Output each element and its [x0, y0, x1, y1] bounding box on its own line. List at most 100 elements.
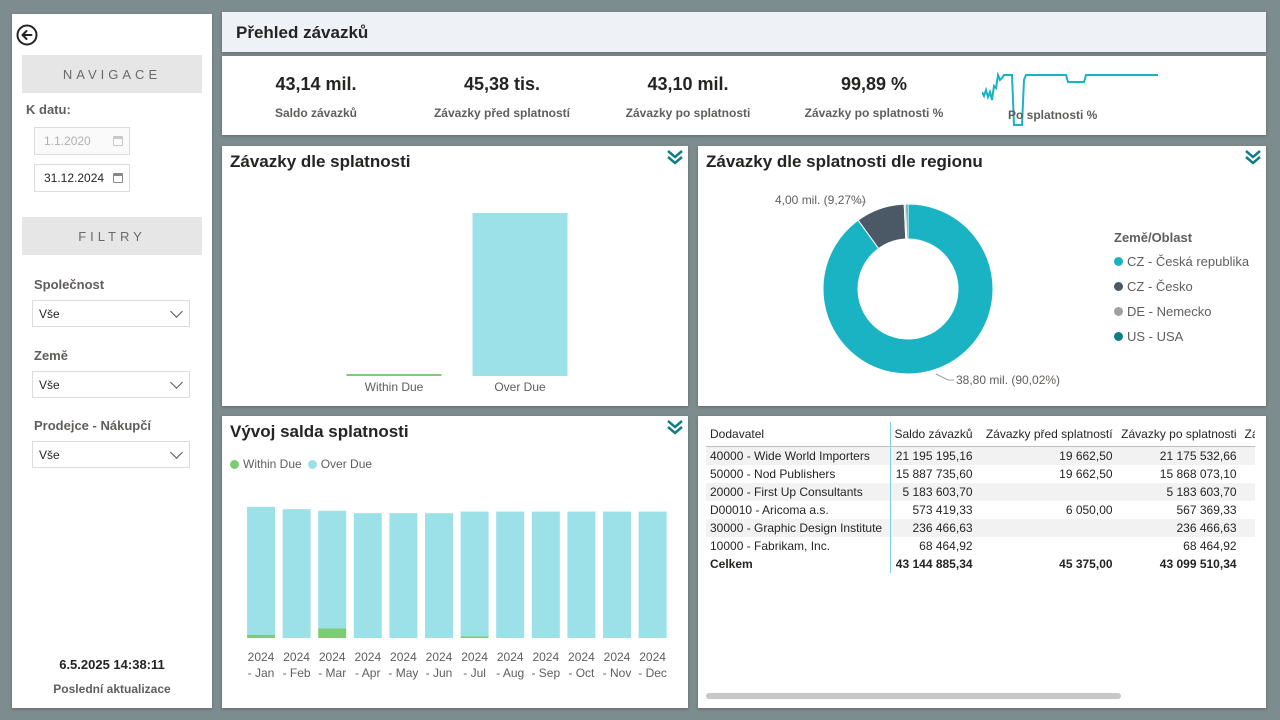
x-tick-label-month: - Oct — [568, 666, 595, 680]
cell-balance: 5 183 603,70 — [890, 482, 977, 501]
x-tick-label-month: - May — [388, 666, 418, 680]
last-refresh-label: Poslední aktualizace — [53, 682, 171, 696]
legend-item-cz-cesko[interactable]: CZ - Česko — [1114, 279, 1193, 294]
bar-over-due[interactable] — [282, 509, 311, 638]
kpi-value: 99,89 % — [840, 74, 908, 94]
bar-within-due[interactable] — [460, 636, 489, 638]
table-row[interactable]: 10000 - Fabrikam, Inc. 68 464,92 68 464,… — [706, 536, 1255, 555]
x-tick-label-month: - Jul — [463, 666, 486, 680]
table-row[interactable]: 30000 - Graphic Design Institute 236 466… — [706, 518, 1255, 537]
col-header-before-due[interactable]: Závazky před splatností — [976, 422, 1117, 447]
x-tick-label-year: 2024 — [639, 650, 666, 664]
kpi-over-due-percent[interactable]: 99,89 % Závazky po splatnosti % — [784, 74, 964, 120]
bar-over-due[interactable] — [318, 510, 347, 629]
x-tick-label-year: 2024 — [532, 650, 559, 664]
calendar-icon[interactable] — [113, 173, 123, 183]
kpi-balance[interactable]: 43,14 mil. Saldo závazků — [226, 74, 406, 120]
filter-country-dropdown[interactable]: Vše — [32, 371, 190, 398]
card-trend-chart: Vývoj salda splatnosti Within Due Over D… — [222, 416, 688, 708]
col-header-over-due[interactable]: Závazky po splatnosti — [1116, 422, 1241, 447]
x-tick-label-month: - Dec — [638, 666, 667, 680]
back-arrow-icon[interactable] — [16, 24, 38, 46]
cell-over-due: 15 868 073,10 — [1159, 466, 1237, 481]
horizontal-scrollbar[interactable] — [706, 693, 1121, 699]
filter-country-value: Vše — [39, 377, 60, 392]
date-from-input[interactable]: 1.1.2020 — [34, 127, 130, 155]
drill-down-icon[interactable] — [1244, 148, 1262, 166]
x-tick-label-year: 2024 — [497, 650, 524, 664]
kpi-over-due[interactable]: 43,10 mil. Závazky po splatnosti — [598, 74, 778, 120]
supplier-table: Dodavatel Saldo závazků Závazky před spl… — [706, 422, 1255, 573]
cell-supplier: 30000 - Graphic Design Institute — [706, 518, 891, 537]
legend-item-de-nemecko[interactable]: DE - Nemecko — [1114, 304, 1212, 319]
filter-company-dropdown[interactable]: Vše — [32, 300, 190, 327]
bar-over-due[interactable] — [247, 506, 275, 635]
x-tick-label-month: - Apr — [355, 666, 380, 680]
table-row[interactable]: 40000 - Wide World Importers 21 195 195,… — [706, 446, 1255, 465]
x-tick-label-month: - Feb — [283, 666, 311, 680]
bar-over-due[interactable] — [472, 213, 568, 376]
cell-balance: 573 419,33 — [912, 502, 973, 517]
bar-over-due[interactable] — [460, 511, 489, 637]
page-title: Přehled závazků — [236, 23, 369, 42]
date-to-input[interactable]: 31.12.2024 — [34, 164, 130, 192]
filter-label-company: Společnost — [34, 277, 105, 292]
cell-supplier: 10000 - Fabrikam, Inc. — [706, 536, 891, 555]
bar-over-due[interactable] — [567, 511, 596, 638]
cell-supplier: 20000 - First Up Consultants — [706, 482, 891, 501]
x-tick-label-year: 2024 — [461, 650, 488, 664]
cell-over-due: 68 464,92 — [1183, 538, 1237, 553]
calendar-icon[interactable] — [113, 136, 123, 146]
cell-over-due: 236 466,63 — [1116, 518, 1241, 537]
bar-over-due[interactable] — [603, 511, 631, 638]
legend-item-cz-czech-republic[interactable]: CZ - Česká republika — [1114, 254, 1249, 269]
kpi-value: 45,38 tis. — [463, 74, 541, 94]
bar-over-due[interactable] — [638, 511, 667, 638]
filter-purchaser-dropdown[interactable]: Vše — [32, 441, 190, 468]
legend-item-us-usa[interactable]: US - USA — [1114, 329, 1183, 344]
filter-label-country: Země — [34, 348, 68, 363]
x-tick-label-year: 2024 — [426, 650, 453, 664]
legend-dot — [1114, 307, 1123, 316]
col-header-balance[interactable]: Saldo závazků — [890, 422, 977, 447]
donut-slice-us-usa[interactable] — [905, 203, 909, 240]
x-tick-label-month: - Jan — [248, 666, 275, 680]
bar-over-due[interactable] — [353, 513, 382, 638]
kpi-label: Závazky po splatnosti % — [804, 106, 944, 120]
kpi-before-due[interactable]: 45,38 tis. Závazky před splatností — [412, 74, 592, 120]
navigation-header: NAVIGACE — [22, 55, 202, 93]
bar-within-due[interactable] — [346, 374, 442, 376]
cell-balance: 236 466,63 — [890, 518, 977, 537]
x-tick-label-month: - Nov — [603, 666, 632, 680]
table-row[interactable]: 50000 - Nod Publishers 15 887 735,60 19 … — [706, 464, 1255, 483]
table-row[interactable]: D00010 - Aricoma a.s. 573 419,33 6 050,0… — [706, 500, 1255, 519]
cell-before-due — [977, 537, 1117, 555]
kpi-panel: 43,14 mil. Saldo závazků 45,38 tis. Záva… — [222, 56, 1266, 135]
table-row[interactable]: 20000 - First Up Consultants 5 183 603,7… — [706, 482, 1255, 501]
card-due-chart: Závazky dle splatnosti Within Due Over Du… — [222, 146, 688, 406]
legend-dot — [1114, 257, 1123, 266]
col-header-supplier[interactable]: Dodavatel — [706, 422, 891, 447]
bar-within-due[interactable] — [318, 628, 347, 638]
cell-before-due: 19 662,50 — [1059, 466, 1113, 481]
card-region-chart: Závazky dle splatnosti dle regionu 4,00 … — [698, 146, 1266, 406]
bar-over-due[interactable] — [425, 513, 453, 638]
x-tick-label-year: 2024 — [319, 650, 346, 664]
x-tick-label: Within Due — [365, 380, 424, 394]
x-tick-label-month: - Aug — [496, 666, 524, 680]
sidebar: NAVIGACE K datu: 1.1.2020 31.12.2024 FIL… — [12, 14, 212, 708]
cell-total-label: Celkem — [706, 554, 891, 573]
bar-over-due[interactable] — [389, 513, 418, 638]
bar-over-due[interactable] — [496, 511, 525, 638]
date-to-value: 31.12.2024 — [44, 171, 105, 185]
bar-over-due[interactable] — [531, 511, 560, 638]
x-tick-label-month: - Mar — [318, 666, 346, 680]
legend-dot — [1114, 332, 1123, 341]
cell-supplier: 40000 - Wide World Importers — [706, 446, 891, 465]
donut-label-large: 38,80 mil. (90,02%) — [956, 373, 1060, 387]
bar-within-due[interactable] — [247, 634, 275, 638]
col-header-truncated[interactable]: Zá — [1240, 422, 1255, 447]
cell-balance: 21 195 195,16 — [890, 446, 977, 465]
kpi-label: Závazky po splatnosti — [625, 106, 751, 120]
cell-supplier: D00010 - Aricoma a.s. — [706, 500, 891, 519]
